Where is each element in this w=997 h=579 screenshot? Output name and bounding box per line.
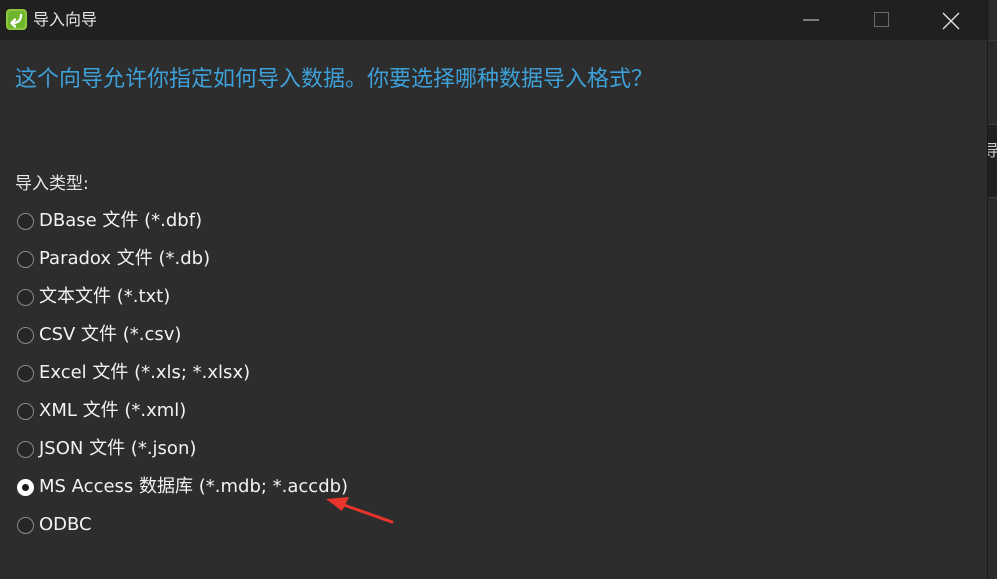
background-panel: 导入 xyxy=(988,124,997,198)
radio-option-json[interactable]: JSON 文件 (*.json) xyxy=(17,434,196,464)
radio-label: ODBC xyxy=(39,514,92,535)
background-partial-text: 导入 xyxy=(988,137,997,161)
close-button[interactable] xyxy=(916,0,986,40)
radio-button[interactable] xyxy=(17,440,34,458)
radio-label: Excel 文件 (*.xls; *.xlsx) xyxy=(39,362,251,383)
background-window xyxy=(988,40,997,579)
minimize-button[interactable] xyxy=(776,0,846,40)
radio-label: Paradox 文件 (*.db) xyxy=(39,248,211,269)
maximize-icon xyxy=(874,12,889,27)
minimize-icon xyxy=(803,19,819,21)
radio-button[interactable] xyxy=(17,326,34,344)
background-divider xyxy=(988,40,997,41)
maximize-button[interactable] xyxy=(846,0,916,40)
radio-label: CSV 文件 (*.csv) xyxy=(39,324,182,345)
radio-option-excel[interactable]: Excel 文件 (*.xls; *.xlsx) xyxy=(17,358,250,388)
radio-label: XML 文件 (*.xml) xyxy=(39,400,187,421)
radio-button[interactable] xyxy=(17,250,34,268)
radio-button[interactable] xyxy=(17,212,34,230)
radio-label: JSON 文件 (*.json) xyxy=(39,438,197,459)
import-type-label: 导入类型: xyxy=(15,174,89,194)
annotation-arrow-icon xyxy=(326,497,394,524)
radio-option-odbc[interactable]: ODBC xyxy=(17,510,92,540)
radio-button[interactable] xyxy=(17,516,34,534)
radio-button[interactable] xyxy=(17,364,34,382)
close-icon xyxy=(942,12,960,30)
radio-label: MS Access 数据库 (*.mdb; *.accdb) xyxy=(39,476,349,497)
import-wizard-icon xyxy=(6,9,27,30)
radio-option-ms-access[interactable]: MS Access 数据库 (*.mdb; *.accdb) xyxy=(17,472,348,502)
radio-button-selected[interactable] xyxy=(17,478,34,496)
radio-option-text[interactable]: 文本文件 (*.txt) xyxy=(17,282,170,312)
radio-button[interactable] xyxy=(17,288,34,306)
radio-option-xml[interactable]: XML 文件 (*.xml) xyxy=(17,396,186,426)
radio-button[interactable] xyxy=(17,402,34,420)
radio-label: DBase 文件 (*.dbf) xyxy=(39,210,203,231)
import-wizard-window: 导入向导 这个向导允许你指定如何导入数据。你要选择哪种数据导入格式？ 导入类型:… xyxy=(0,0,988,579)
radio-option-paradox[interactable]: Paradox 文件 (*.db) xyxy=(17,244,210,274)
title-bar[interactable]: 导入向导 xyxy=(0,0,987,40)
radio-option-dbase[interactable]: DBase 文件 (*.dbf) xyxy=(17,206,202,236)
radio-label: 文本文件 (*.txt) xyxy=(39,286,171,307)
window-title: 导入向导 xyxy=(33,10,98,29)
wizard-heading: 这个向导允许你指定如何导入数据。你要选择哪种数据导入格式？ xyxy=(15,67,654,92)
radio-option-csv[interactable]: CSV 文件 (*.csv) xyxy=(17,320,181,350)
